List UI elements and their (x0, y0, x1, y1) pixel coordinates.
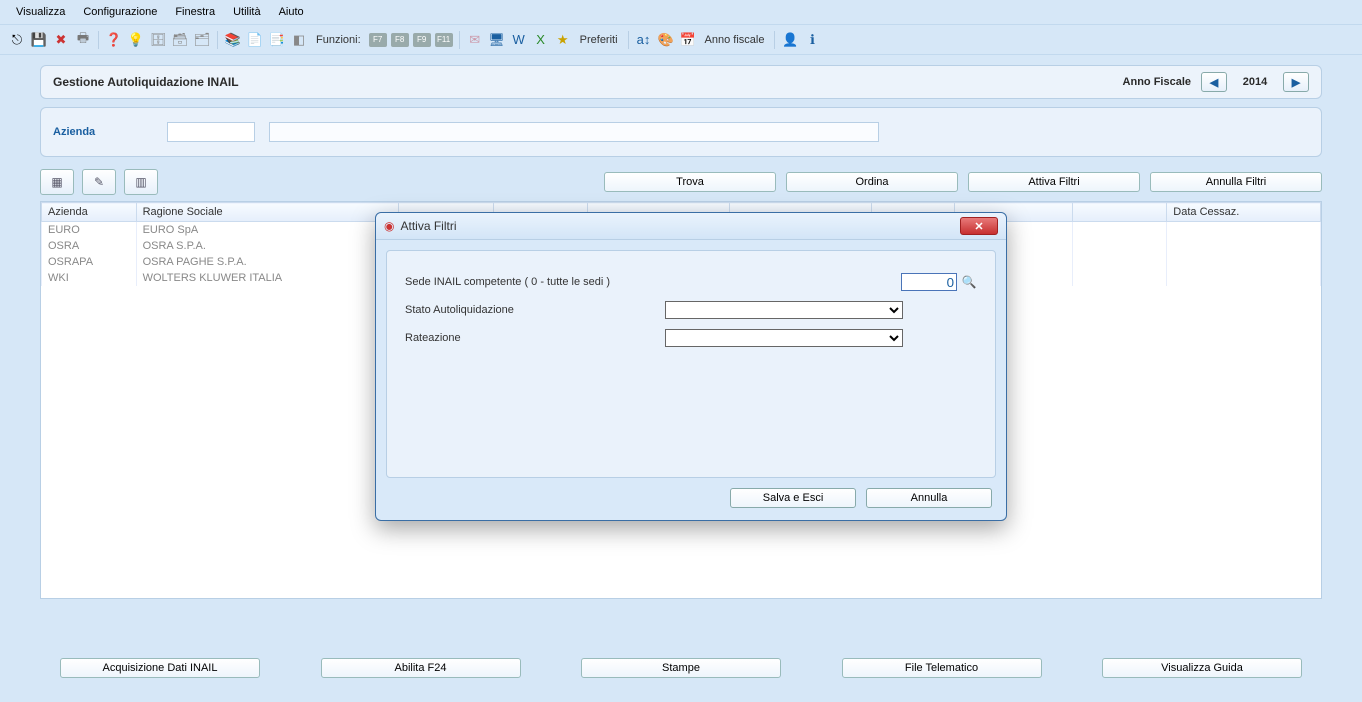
dialog-body: Sede INAIL competente ( 0 - tutte le sed… (386, 250, 996, 478)
sede-input[interactable] (901, 273, 957, 291)
stato-select[interactable] (665, 301, 903, 319)
stato-label: Stato Autoliquidazione (405, 304, 665, 316)
dialog-titlebar: ◉ Attiva Filtri ✕ (376, 213, 1006, 240)
annulla-button[interactable]: Annulla (866, 488, 992, 508)
lookup-icon[interactable]: 🔍 (961, 274, 977, 290)
dialog-icon: ◉ (384, 219, 394, 233)
dialog-title: Attiva Filtri (400, 219, 456, 233)
close-button[interactable]: ✕ (960, 217, 998, 235)
rateazione-select[interactable] (665, 329, 903, 347)
dialog-overlay: ◉ Attiva Filtri ✕ Sede INAIL competente … (0, 0, 1362, 702)
sede-label: Sede INAIL competente ( 0 - tutte le sed… (405, 276, 665, 288)
attiva-filtri-dialog: ◉ Attiva Filtri ✕ Sede INAIL competente … (375, 212, 1007, 521)
rateazione-label: Rateazione (405, 332, 665, 344)
dialog-footer: Salva e Esci Annulla (376, 488, 1006, 520)
salva-esci-button[interactable]: Salva e Esci (730, 488, 856, 508)
